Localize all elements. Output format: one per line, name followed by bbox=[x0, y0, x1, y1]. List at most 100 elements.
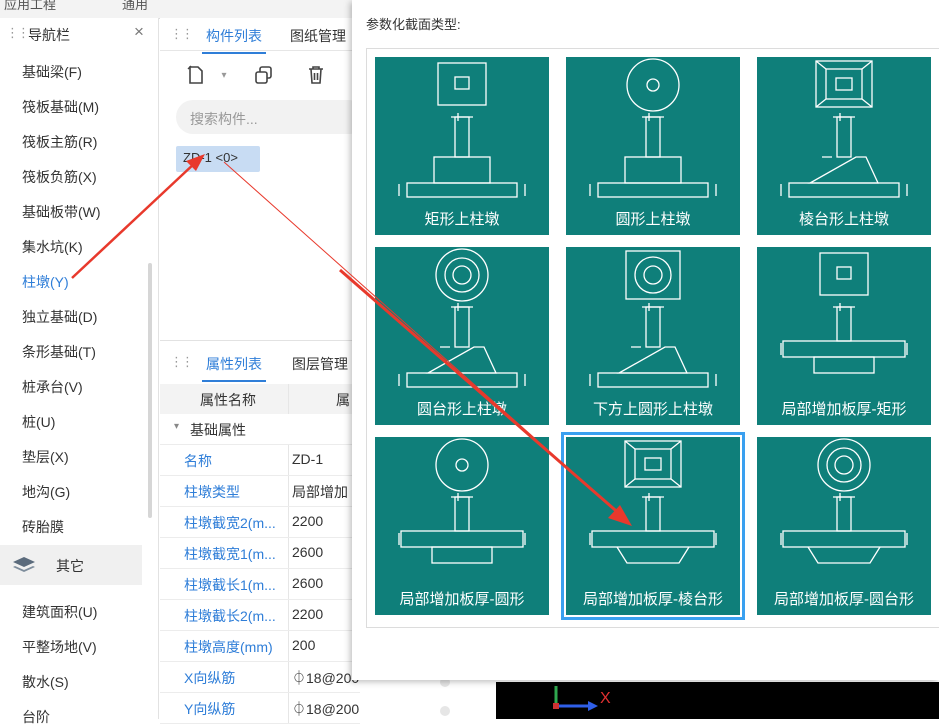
top-tab-a[interactable]: 应用工程 bbox=[4, 0, 56, 13]
close-icon[interactable]: × bbox=[134, 22, 144, 42]
section-type-label: 局部增加板厚-圆形 bbox=[399, 591, 525, 608]
nav-group-other[interactable]: 其它 bbox=[0, 545, 142, 585]
property-name: X向纵筋 bbox=[184, 670, 236, 686]
navigation-header: ⋮⋮ 导航栏 × bbox=[0, 18, 158, 50]
section-type-option[interactable]: 圆台形上柱墩 bbox=[375, 247, 549, 425]
property-name: 柱墩截宽1(m... bbox=[184, 546, 276, 562]
sidebar-item[interactable]: 桩承台(V) bbox=[22, 377, 83, 397]
drawing-viewport[interactable]: X bbox=[496, 682, 939, 719]
sidebar-item[interactable]: 平整场地(V) bbox=[22, 637, 97, 657]
section-type-option[interactable]: 下方上圆形上柱墩 bbox=[566, 247, 740, 425]
navigation-scrollbar[interactable] bbox=[148, 263, 152, 518]
sidebar-item[interactable]: 独立基础(D) bbox=[22, 307, 97, 327]
property-row[interactable]: 柱墩截长2(m... 2200 bbox=[160, 600, 360, 631]
chevron-down-icon[interactable]: ▾ bbox=[174, 421, 179, 432]
sidebar-item[interactable]: 砖胎膜 bbox=[22, 517, 64, 537]
sidebar-item[interactable]: 筏板负筋(X) bbox=[22, 167, 97, 187]
property-value[interactable]: 2200 bbox=[292, 513, 323, 529]
property-name: 柱墩截长1(m... bbox=[184, 577, 276, 593]
section-type-label: 矩形上柱墩 bbox=[424, 211, 500, 228]
property-value[interactable]: ZD-1 bbox=[292, 451, 323, 467]
divider bbox=[288, 538, 289, 568]
divider bbox=[288, 600, 289, 630]
sidebar-item[interactable]: 散水(S) bbox=[22, 672, 69, 692]
property-value[interactable]: 局部增加 bbox=[292, 482, 348, 502]
property-name: 柱墩截长2(m... bbox=[184, 608, 276, 624]
dialog-title: 参数化截面类型: bbox=[366, 17, 461, 32]
sidebar-item[interactable]: 桩(U) bbox=[22, 412, 55, 432]
property-value[interactable]: 200 bbox=[292, 637, 315, 653]
sidebar-item[interactable]: 条形基础(T) bbox=[22, 342, 96, 362]
axis-x-label: X bbox=[600, 690, 611, 707]
sidebar-item[interactable]: 基础板带(W) bbox=[22, 202, 101, 222]
tab-component-list[interactable]: 构件列表 bbox=[202, 26, 266, 54]
property-table-header: 属性名称 属 bbox=[160, 384, 360, 414]
property-name: 柱墩截宽2(m... bbox=[184, 515, 276, 531]
tab-property-list[interactable]: 属性列表 bbox=[202, 354, 266, 382]
sidebar-item[interactable]: 基础梁(F) bbox=[22, 62, 82, 82]
sidebar-item[interactable]: 地沟(G) bbox=[22, 482, 70, 502]
section-type-option[interactable]: 局部增加板厚-矩形 bbox=[757, 247, 931, 425]
section-type-option[interactable]: 矩形上柱墩 bbox=[375, 57, 549, 235]
sidebar-item[interactable]: 柱墩(Y) bbox=[22, 272, 69, 292]
property-row[interactable]: 柱墩截长1(m... 2600 bbox=[160, 569, 360, 600]
property-row[interactable]: 名称 ZD-1 bbox=[160, 445, 360, 476]
section-diagram-icon bbox=[398, 438, 526, 564]
property-value[interactable]: 2600 bbox=[292, 544, 323, 560]
property-row[interactable]: X向纵筋 ⏀18@200 bbox=[160, 662, 360, 693]
axis-gizmo-icon bbox=[553, 686, 598, 711]
drag-grip-icon[interactable]: ⋮⋮ bbox=[6, 25, 30, 41]
section-diagram-icon bbox=[398, 62, 526, 198]
section-type-option[interactable]: 圆形上柱墩 bbox=[566, 57, 740, 235]
chevron-down-icon[interactable]: ▾ bbox=[212, 64, 236, 88]
divider bbox=[160, 340, 360, 341]
divider bbox=[288, 445, 289, 475]
top-tab-b[interactable]: 通用 bbox=[122, 0, 148, 13]
tab-layer-management[interactable]: 图层管理 bbox=[292, 354, 348, 374]
section-type-label: 局部增加板厚-棱台形 bbox=[583, 591, 723, 608]
section-type-option[interactable]: 局部增加板厚-棱台形 bbox=[561, 432, 745, 620]
sidebar-item[interactable]: 筏板主筋(R) bbox=[22, 132, 97, 152]
status-dot bbox=[440, 706, 450, 716]
property-name: 柱墩高度(mm) bbox=[184, 639, 273, 655]
property-value[interactable]: 2200 bbox=[292, 606, 323, 622]
property-row[interactable]: 柱墩高度(mm) 200 bbox=[160, 631, 360, 662]
section-diagram-icon bbox=[780, 252, 908, 374]
property-row[interactable]: Y向纵筋 ⏀18@200 bbox=[160, 693, 360, 724]
property-value[interactable]: 2600 bbox=[292, 575, 323, 591]
sidebar-item[interactable]: 台阶 bbox=[22, 707, 50, 727]
sidebar-item[interactable]: 垫层(X) bbox=[22, 447, 69, 467]
tab-drawing-management[interactable]: 图纸管理 bbox=[290, 26, 346, 46]
drag-grip-icon[interactable]: ⋮⋮ bbox=[170, 26, 194, 42]
property-row[interactable]: 柱墩类型 局部增加 bbox=[160, 476, 360, 507]
property-value[interactable]: ⏀18@200 bbox=[292, 699, 359, 719]
sidebar-item[interactable]: 建筑面积(U) bbox=[22, 602, 97, 622]
section-type-option[interactable]: 棱台形上柱墩 bbox=[757, 57, 931, 235]
divider bbox=[288, 507, 289, 537]
navigation-panel: ⋮⋮ 导航栏 × 基础梁(F) 筏板基础(M) 筏板主筋(R) 筏板负筋(X) 基础板带… bbox=[0, 18, 159, 725]
property-row[interactable]: 柱墩截宽2(m... 2200 bbox=[160, 507, 360, 538]
section-diagram-icon bbox=[780, 60, 908, 198]
drag-grip-icon[interactable]: ⋮⋮ bbox=[170, 354, 194, 370]
property-name: Y向纵筋 bbox=[184, 701, 236, 717]
section-diagram-icon bbox=[589, 58, 717, 198]
sidebar-item[interactable]: 筏板基础(M) bbox=[22, 97, 99, 117]
component-item-label: ZD-1 <0> bbox=[183, 150, 238, 165]
section-type-label: 棱台形上柱墩 bbox=[798, 211, 889, 228]
section-type-grid: 矩形上柱墩 圆形上柱墩 棱台形上柱墩圆台形上柱墩 下方上圆形上柱墩 局部增加板厚-矩形局… bbox=[366, 48, 939, 628]
delete-icon[interactable] bbox=[304, 64, 328, 88]
section-type-option[interactable]: 局部增加板厚-圆台形 bbox=[757, 437, 931, 615]
property-group-row[interactable]: ▾ 基础属性 bbox=[160, 414, 360, 445]
property-value[interactable]: ⏀18@200 bbox=[292, 668, 359, 688]
section-diagram-icon bbox=[589, 440, 717, 564]
property-row[interactable]: 柱墩截宽1(m... 2600 bbox=[160, 538, 360, 569]
property-group-label: 基础属性 bbox=[190, 422, 246, 438]
divider bbox=[288, 476, 289, 506]
section-type-label: 局部增加板厚-矩形 bbox=[781, 401, 907, 418]
sidebar-item[interactable]: 集水坑(K) bbox=[22, 237, 83, 257]
new-component-icon[interactable] bbox=[184, 64, 208, 88]
section-type-option[interactable]: 局部增加板厚-圆形 bbox=[375, 437, 549, 615]
copy-icon[interactable] bbox=[252, 64, 276, 88]
component-item-zd1[interactable]: ZD-1 <0> bbox=[176, 146, 260, 172]
navigation-title: 导航栏 bbox=[28, 27, 70, 43]
